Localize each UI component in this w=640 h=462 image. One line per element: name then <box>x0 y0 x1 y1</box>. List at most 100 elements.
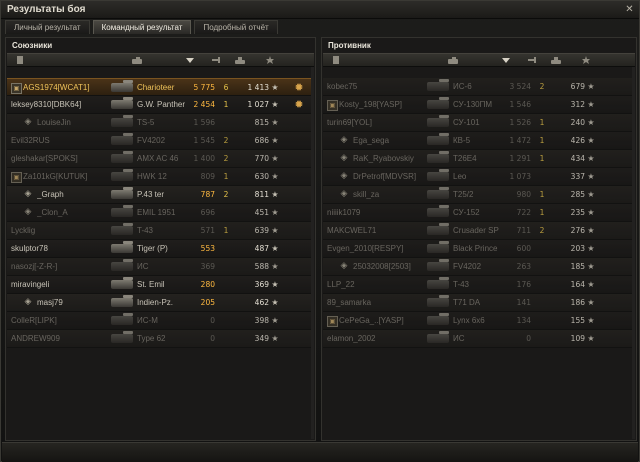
player-name[interactable]: leksey8310[DBK64] <box>11 96 107 113</box>
player-row[interactable]: ◈ RaK_Ryabovskiy T26E4 1 291 1 434 ★ <box>323 150 635 168</box>
player-name[interactable]: miravingeli <box>11 276 107 293</box>
xp-star-icon: ★ <box>587 244 595 253</box>
player-row[interactable]: elamon_2002 ИС 0 109 ★ <box>323 330 635 348</box>
player-row[interactable]: leksey8310[DBK64] G.W. Panther 2 454 1 1 027… <box>7 96 314 114</box>
player-row[interactable]: ◈ LouiseJin TS-5 1 596 815 ★ <box>7 114 314 132</box>
player-row[interactable]: skulptor78 Tiger (P) 553 487 ★ <box>7 240 314 258</box>
player-name[interactable]: kobec75 <box>327 78 423 95</box>
player-name[interactable]: Kosty_198[YASP] <box>339 96 423 113</box>
player-row[interactable]: ANDREW909 Type 62 0 349 ★ <box>7 330 314 348</box>
damage-value: 134 <box>516 316 531 325</box>
player-row[interactable]: ◈ skill_za T25/2 980 1 285 ★ <box>323 186 635 204</box>
player-row[interactable]: nasozj[-Z-R-] ИС 369 588 ★ <box>7 258 314 276</box>
player-name[interactable]: LouiseJin <box>37 114 107 131</box>
allies-scrollbar[interactable] <box>311 67 314 439</box>
battle-results-window: Результаты боя ✕ Личный результат Команд… <box>0 0 640 462</box>
player-row[interactable]: ▣ AGS1974[WCAT1] Charioteer 5 775 6 1 413 ★ ✹ <box>7 78 314 96</box>
player-name[interactable]: _Clon_A <box>37 204 107 221</box>
player-row[interactable]: ◈ _Clon_A EMIL 1951 696 451 ★ <box>7 204 314 222</box>
player-row[interactable]: ColleR[LIPK] ИС-М 0 398 ★ <box>7 312 314 330</box>
xp-star-icon: ★ <box>587 190 595 199</box>
player-row[interactable]: ◈ Ega_sega КВ-5 1 472 1 426 ★ <box>323 132 635 150</box>
player-name[interactable]: gleshakar[SPOKS] <box>11 150 107 167</box>
medal-icon[interactable]: ✹ <box>293 81 305 94</box>
player-name[interactable]: _Graph <box>37 186 107 203</box>
xp-star-icon: ★ <box>271 118 279 127</box>
tank-silhouette <box>427 205 449 217</box>
player-row[interactable]: gleshakar[SPOKS] AMX AC 46 1 400 2 770 ★ <box>7 150 314 168</box>
medal-icon[interactable]: ✹ <box>293 98 305 111</box>
player-name[interactable]: 25032008[2503] <box>353 258 423 275</box>
xp-star-icon: ★ <box>587 100 595 109</box>
player-name[interactable]: masj79 <box>37 294 107 311</box>
player-row[interactable]: ◈ 25032008[2503] FV4202 263 185 ★ <box>323 258 635 276</box>
player-name[interactable]: Evgen_2010[RESPY] <box>327 240 423 257</box>
kills-value: 1 <box>223 172 229 181</box>
damage-icon[interactable] <box>528 56 538 64</box>
kills-icon[interactable] <box>551 56 561 64</box>
rank-badge-icon: ◈ <box>340 261 348 271</box>
player-name[interactable]: DrPetrof[MDVSR] <box>353 168 423 185</box>
player-row[interactable]: ▣ Za101kG[KUTUK] HWK 12 809 1 630 ★ <box>7 168 314 186</box>
player-row[interactable]: ◈ _Graph P.43 ter 787 2 811 ★ <box>7 186 314 204</box>
player-row[interactable]: niiiik1079 СУ-152 722 1 235 ★ <box>323 204 635 222</box>
damage-value: 1 073 <box>509 172 531 181</box>
vehicle-name: Type 62 <box>137 334 166 343</box>
player-name[interactable]: Ega_sega <box>353 132 423 149</box>
player-row[interactable]: Evgen_2010[RESPY] Black Prince 600 203 ★ <box>323 240 635 258</box>
player-row[interactable]: ▣ CePeGa_..[YASP] Lynx 6x6 134 155 ★ <box>323 312 635 330</box>
tank-icon[interactable] <box>132 56 142 64</box>
player-row[interactable]: ◈ masj79 Indien-Pz. 205 462 ★ <box>7 294 314 312</box>
xp-star-icon[interactable] <box>265 56 275 64</box>
player-name[interactable]: CePeGa_..[YASP] <box>339 312 423 329</box>
player-name[interactable]: turin69[YOL] <box>327 114 423 131</box>
player-row[interactable]: Lycklig T-43 571 1 639 ★ <box>7 222 314 240</box>
xp-value: 349 <box>254 334 269 343</box>
player-name[interactable]: AGS1974[WCAT1] <box>23 79 107 96</box>
sort-arrow-icon[interactable] <box>501 56 511 64</box>
player-name[interactable]: LLP_22 <box>327 276 423 293</box>
kills-icon[interactable] <box>235 56 245 64</box>
player-name[interactable]: 89_samarka <box>327 294 423 311</box>
player-icon[interactable] <box>15 56 25 64</box>
kills-value: 2 <box>223 190 229 199</box>
tank-icon[interactable] <box>448 56 458 64</box>
player-name[interactable]: nasozj[-Z-R-] <box>11 258 107 275</box>
player-name[interactable]: ColleR[LIPK] <box>11 312 107 329</box>
player-row[interactable]: LLP_22 T-43 176 164 ★ <box>323 276 635 294</box>
enemies-column-header <box>323 53 635 67</box>
player-row[interactable]: 89_samarka T71 DA 141 186 ★ <box>323 294 635 312</box>
player-row[interactable]: ▣ Kosty_198[YASP] СУ-130ПМ 1 546 312 ★ <box>323 96 635 114</box>
tab-team-result[interactable]: Командный результат <box>92 20 192 34</box>
player-row[interactable]: ◈ DrPetrof[MDVSR] Leo 1 073 337 ★ <box>323 168 635 186</box>
enemies-scrollbar[interactable] <box>632 67 635 439</box>
player-name[interactable]: elamon_2002 <box>327 330 423 347</box>
kills-value: 2 <box>223 136 229 145</box>
tab-personal-result[interactable]: Личный результат <box>5 20 90 34</box>
damage-icon[interactable] <box>212 56 222 64</box>
xp-star-icon[interactable] <box>581 56 591 64</box>
player-name[interactable]: Evil32RUS <box>11 132 107 149</box>
player-row[interactable]: Evil32RUS FV4202 1 545 2 686 ★ <box>7 132 314 150</box>
player-row[interactable]: MAKCWEL71 Crusader SP 711 2 276 ★ <box>323 222 635 240</box>
xp-star-icon: ★ <box>587 262 595 271</box>
vehicle-icon <box>427 294 449 311</box>
damage-value: 980 <box>516 190 531 199</box>
player-row[interactable]: turin69[YOL] СУ-101 1 526 1 240 ★ <box>323 114 635 132</box>
player-name[interactable]: Lycklig <box>11 222 107 239</box>
sort-arrow-icon[interactable] <box>185 56 195 64</box>
player-row[interactable]: miravingeli St. Emil 280 369 ★ <box>7 276 314 294</box>
player-name[interactable]: RaK_Ryabovskiy <box>353 150 423 167</box>
player-row[interactable]: kobec75 ИС-6 3 524 2 679 ★ <box>323 78 635 96</box>
vehicle-icon <box>111 240 133 257</box>
player-name[interactable]: Za101kG[KUTUK] <box>23 168 107 185</box>
player-name[interactable]: ANDREW909 <box>11 330 107 347</box>
player-name[interactable]: skulptor78 <box>11 240 107 257</box>
allies-title: Союзники <box>12 41 53 50</box>
close-icon[interactable]: ✕ <box>624 4 635 15</box>
tab-detailed-report[interactable]: Подробный отчёт <box>194 20 278 34</box>
player-name[interactable]: niiiik1079 <box>327 204 423 221</box>
player-name[interactable]: skill_za <box>353 186 423 203</box>
player-icon[interactable] <box>331 56 341 64</box>
player-name[interactable]: MAKCWEL71 <box>327 222 423 239</box>
